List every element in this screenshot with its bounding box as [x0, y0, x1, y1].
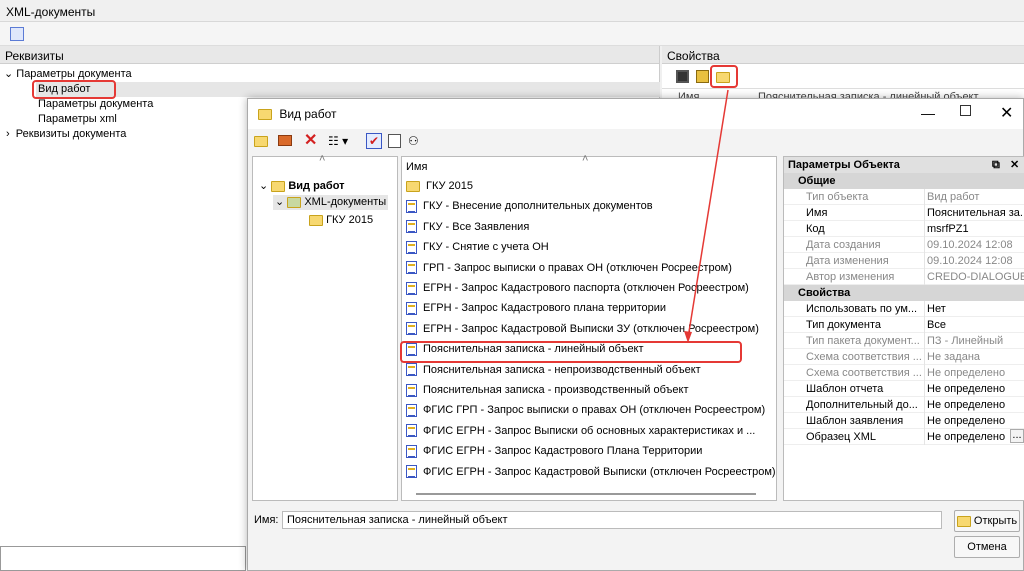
new-folder-icon[interactable] — [254, 135, 268, 147]
window-title: XML-документы — [0, 0, 1024, 22]
document-icon — [406, 261, 417, 275]
document-icon — [406, 403, 417, 417]
folder-open-icon — [258, 109, 272, 121]
dialog-title: Вид работ — [279, 107, 337, 121]
minimize-button[interactable]: — — [921, 105, 935, 121]
list-item[interactable]: ГКУ 2015 — [406, 177, 473, 196]
close-props-icon[interactable]: ✕ — [1010, 157, 1019, 173]
open-db-icon[interactable] — [696, 70, 709, 83]
list-item[interactable]: ФГИС ЕГРН - Запрос Кадастровой Выписки (… — [406, 463, 776, 482]
property-row[interactable]: Автор изменения CREDO-DIALOGUE — [784, 269, 1024, 285]
horizontal-scrollbar[interactable] — [416, 493, 756, 495]
tree-item-work-type[interactable]: Вид работ — [36, 82, 660, 97]
cancel-button[interactable]: Отмена — [954, 536, 1020, 558]
list-item[interactable]: ЕГРН - Запрос Кадастрового плана террито… — [406, 299, 666, 318]
tree-xml-docs[interactable]: ⌄ XML-документы — [273, 195, 389, 210]
maximize-button[interactable] — [960, 105, 971, 116]
tree-gku-2015[interactable]: ГКУ 2015 — [309, 213, 373, 228]
list-item[interactable]: ГКУ - Внесение дополнительных документов — [406, 197, 653, 216]
property-row[interactable]: Шаблон заявления Не определено — [784, 413, 1024, 429]
group-general[interactable]: Общие — [784, 173, 1024, 189]
collapse-icon[interactable]: › — [6, 128, 10, 140]
list-header: Имя — [406, 161, 428, 173]
folder-open-icon — [956, 515, 971, 527]
list-item[interactable]: ГРП - Запрос выписки о правах ОН (отключ… — [406, 259, 732, 278]
dialog-tree: ˄ ⌄ Вид работ ⌄ XML-документы ГКУ 2015 — [252, 153, 398, 501]
open-button[interactable]: Открыть — [954, 510, 1020, 532]
document-icon — [406, 444, 417, 458]
document-icon — [406, 281, 417, 295]
document-icon — [406, 240, 417, 254]
work-type-dialog: Вид работ — ✕ ✕ ☷ ▾ ✔ ⚇ ˄ ⌄ Вид работ ⌄ … — [247, 98, 1024, 571]
document-icon — [406, 424, 417, 438]
check-icon[interactable]: ✔ — [366, 133, 382, 149]
tree-item-doc-params-2[interactable]: Параметры документа — [38, 97, 153, 112]
property-row[interactable]: Шаблон отчета Не определено — [784, 381, 1024, 397]
folder-icon — [406, 180, 420, 192]
property-row[interactable]: Дата изменения 09.10.2024 12:08 — [784, 253, 1024, 269]
pin-icon[interactable]: ⧉ — [992, 157, 1000, 173]
property-row[interactable]: Дата создания 09.10.2024 12:08 — [784, 237, 1024, 253]
main-toolbar — [0, 22, 1024, 46]
expand-icon[interactable]: ⌄ — [4, 68, 13, 80]
tree-item-doc-requisites[interactable]: › Реквизиты документа — [6, 127, 126, 142]
object-params-title: Параметры Объекта ⧉ ✕ — [784, 157, 1024, 173]
list-item[interactable]: ФГИС ЕГРН - Запрос Кадастрового Плана Те… — [406, 442, 702, 461]
tree-item-xml-params[interactable]: Параметры xml — [38, 112, 117, 127]
list-item[interactable]: ГКУ - Все Заявления — [406, 218, 529, 237]
document-icon — [406, 199, 417, 213]
view-list-icon[interactable]: ☷ ▾ — [328, 134, 348, 148]
requisites-header: Реквизиты — [0, 46, 659, 64]
copy-icon[interactable] — [10, 27, 24, 41]
properties-header: Свойства — [662, 46, 1024, 64]
list-item[interactable]: Пояснительная записка - непроизводственн… — [406, 361, 701, 380]
property-row[interactable]: Тип пакета документ... ПЗ - Линейный — [784, 333, 1024, 349]
close-button[interactable]: ✕ — [1000, 103, 1013, 123]
dialog-titlebar: Вид работ — ✕ — [248, 99, 1023, 129]
list-item[interactable]: ФГИС ЕГРН - Запрос Выписки об основных х… — [406, 422, 755, 441]
property-row[interactable]: Использовать по ум... Нет — [784, 301, 1024, 317]
document-icon — [406, 465, 417, 479]
scroll-up-icon[interactable]: ˄ — [319, 153, 325, 165]
document-icon — [406, 301, 417, 315]
list-item[interactable]: Пояснительная записка - производственный… — [406, 381, 688, 400]
items-list: ˄ Имя ГКУ 2015 ГКУ - Внесение дополнитель… — [401, 153, 777, 501]
property-row[interactable]: Дополнительный до... Не определено — [784, 397, 1024, 413]
document-icon — [406, 220, 417, 234]
properties-toolbar — [662, 65, 1024, 89]
folder-icon — [309, 214, 323, 226]
group-properties[interactable]: Свойства — [784, 285, 1024, 301]
tree-root-work-type[interactable]: ⌄ Вид работ — [259, 179, 345, 194]
name-input[interactable]: Пояснительная записка - линейный объект — [282, 511, 942, 529]
delete-icon[interactable]: ✕ — [304, 130, 317, 150]
document-icon — [406, 363, 417, 377]
property-row[interactable]: Тип объекта Вид работ — [784, 189, 1024, 205]
dialog-toolbar: ✕ ☷ ▾ ✔ ⚇ — [248, 129, 1023, 153]
name-label: Имя: — [254, 514, 279, 526]
save-icon[interactable] — [676, 70, 689, 83]
ellipsis-button[interactable]: ... — [1010, 429, 1024, 443]
property-row[interactable]: Схема соответствия ... Не определено — [784, 365, 1024, 381]
property-row[interactable]: Тип документа Все — [784, 317, 1024, 333]
document-icon — [406, 322, 417, 336]
object-params-panel: Параметры Объекта ⧉ ✕ Общие Тип объекта Ви… — [783, 156, 1024, 501]
properties-icon[interactable] — [388, 134, 401, 148]
folder-icon — [271, 180, 286, 192]
scroll-up-icon[interactable]: ˄ — [582, 153, 588, 165]
property-row[interactable]: Схема соответствия ... Не задана — [784, 349, 1024, 365]
list-item[interactable]: ЕГРН - Запрос Кадастровой Выписки ЗУ (от… — [406, 320, 759, 339]
property-row[interactable]: Код msrfPZ1 — [784, 221, 1024, 237]
property-row[interactable]: Образец XML Не определено — [784, 429, 1024, 445]
folder-icon — [287, 196, 302, 208]
new-item-icon[interactable] — [278, 135, 292, 146]
binoculars-icon[interactable]: ⚇ — [408, 134, 419, 148]
list-item[interactable]: ГКУ - Снятие с учета ОН — [406, 238, 549, 257]
bottom-field[interactable] — [0, 546, 246, 571]
document-icon — [406, 383, 417, 397]
property-row[interactable]: Имя Пояснительная за... — [784, 205, 1024, 221]
list-item[interactable]: ЕГРН - Запрос Кадастрового паспорта (отк… — [406, 279, 749, 298]
list-item[interactable]: ФГИС ГРП - Запрос выписки о правах ОН (о… — [406, 401, 765, 420]
